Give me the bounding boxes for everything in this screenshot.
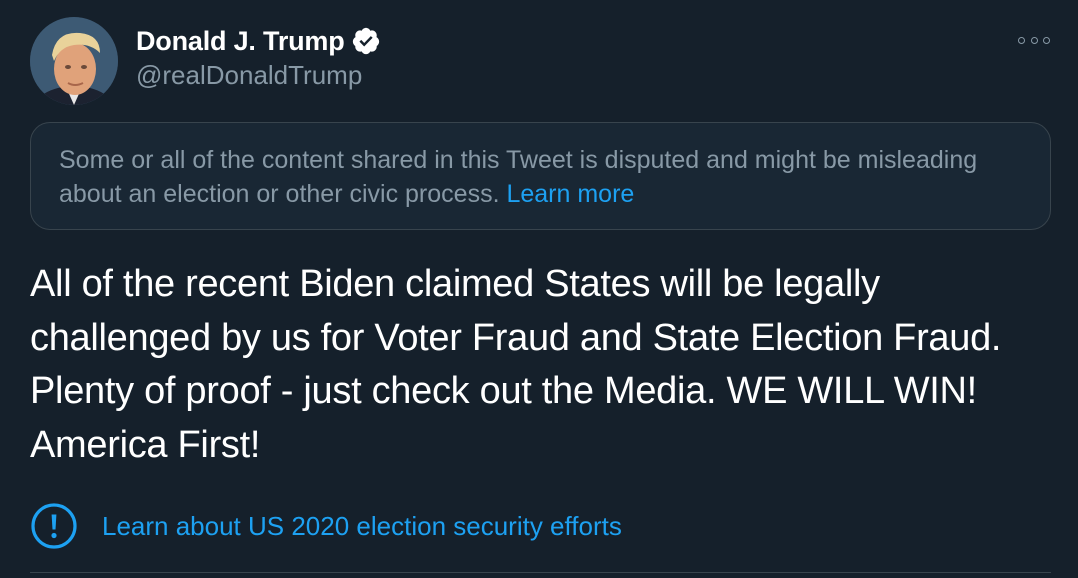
more-dot-icon bbox=[1030, 36, 1038, 44]
profile-photo-icon bbox=[30, 17, 118, 105]
election-security-link[interactable]: Learn about US 2020 election security ef… bbox=[102, 511, 622, 542]
notice-text-block: Some or all of the content shared in thi… bbox=[59, 143, 1022, 211]
author-handle[interactable]: @realDonaldTrump bbox=[136, 60, 381, 91]
more-dot-icon bbox=[1043, 36, 1050, 44]
divider bbox=[30, 572, 1051, 573]
learn-more-link[interactable]: Learn more bbox=[506, 180, 634, 208]
author-name-row: Donald J. Trump bbox=[136, 24, 381, 58]
disputed-content-notice: Some or all of the content shared in thi… bbox=[30, 122, 1051, 230]
more-options-button[interactable] bbox=[1018, 30, 1050, 50]
more-dot-icon bbox=[1018, 36, 1025, 44]
avatar[interactable] bbox=[30, 17, 118, 105]
tweet-author: Donald J. Trump @realDonaldTrump bbox=[136, 24, 381, 91]
author-display-name[interactable]: Donald J. Trump bbox=[136, 26, 345, 57]
election-info-label: Learn about US 2020 election security ef… bbox=[30, 502, 622, 550]
tweet-card: Donald J. Trump @realDonaldTrump Some or… bbox=[0, 0, 1078, 578]
tweet-body: All of the recent Biden claimed States w… bbox=[30, 263, 1002, 466]
verified-badge-icon bbox=[352, 27, 379, 55]
alert-circle-icon bbox=[31, 503, 77, 549]
